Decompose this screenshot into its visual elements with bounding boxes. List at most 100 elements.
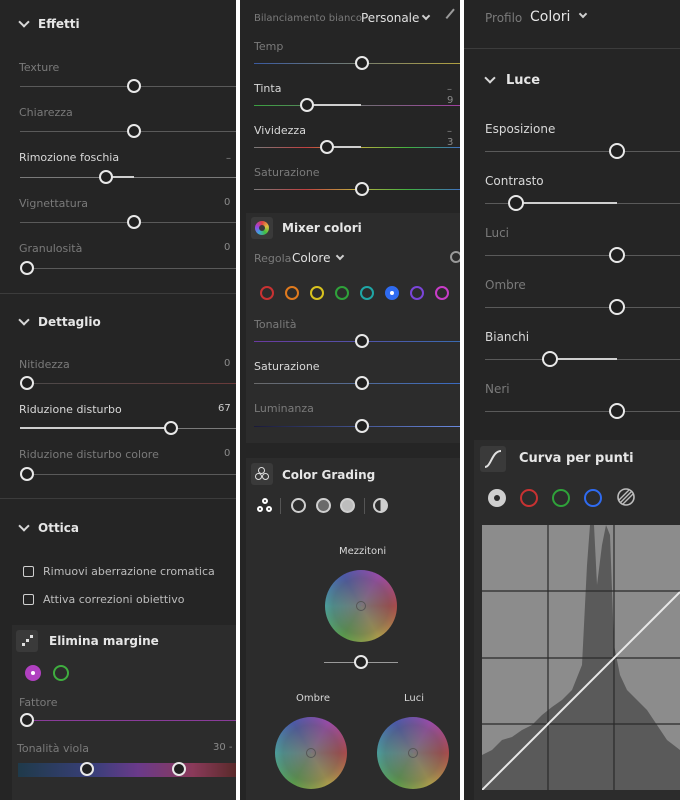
midtones-color-wheel[interactable] — [325, 570, 397, 642]
parametric-curve-icon[interactable] — [616, 487, 636, 507]
neri-slider-thumb[interactable] — [609, 403, 625, 419]
contrasto-label: Contrasto — [485, 174, 544, 188]
granulosita-label: Granulosità — [19, 242, 83, 255]
collapse-luce-chevron-icon[interactable] — [484, 72, 496, 84]
eyedropper-icon[interactable] — [445, 8, 460, 26]
bilanciamento-chevron-icon[interactable] — [421, 11, 431, 21]
collapse-effetti-chevron-icon[interactable] — [18, 16, 30, 28]
bilanciamento-dropdown[interactable]: Personale — [361, 11, 419, 25]
neri-slider-track[interactable] — [485, 411, 680, 412]
shadows-view-icon[interactable] — [291, 498, 306, 513]
highlights-wheel-handle[interactable] — [408, 748, 418, 758]
color-swatch[interactable] — [260, 286, 274, 300]
tonalita-viola-range-track[interactable] — [18, 763, 236, 777]
ombre-wheel-label: Ombre — [296, 693, 331, 704]
midtones-view-icon[interactable] — [316, 498, 331, 513]
tonalita-viola-min-thumb[interactable] — [80, 762, 94, 776]
esposizione-slider-track[interactable] — [485, 151, 680, 152]
mezzitoni-label: Mezzitoni — [339, 546, 387, 557]
vividezza-value: – 3 — [447, 126, 454, 148]
profilo-dropdown[interactable]: Colori — [530, 9, 570, 25]
highlights-color-wheel[interactable] — [377, 717, 449, 789]
ombre-label: Ombre — [485, 278, 526, 292]
view-divider — [280, 498, 281, 514]
contrasto-slider-thumb[interactable] — [508, 195, 524, 211]
midtones-wheel-handle[interactable] — [356, 601, 366, 611]
curve-channel-selector[interactable] — [584, 489, 602, 507]
nitidezza-slider-thumb[interactable] — [20, 376, 34, 390]
aberrazione-checkbox[interactable] — [23, 566, 34, 577]
color-swatch[interactable] — [310, 286, 324, 300]
highlights-view-icon[interactable] — [340, 498, 355, 513]
elimina-margine-title: Elimina margine — [49, 634, 159, 648]
luci-slider-thumb[interactable] — [609, 247, 625, 263]
contrasto-slider-fill — [516, 202, 617, 204]
shadows-wheel-handle[interactable] — [306, 748, 316, 758]
purple-fringe-selector[interactable] — [25, 665, 41, 681]
esposizione-label: Esposizione — [485, 122, 556, 136]
vividezza-slider-thumb[interactable] — [320, 140, 334, 154]
curve-channel-selector[interactable] — [552, 489, 570, 507]
color-swatch[interactable] — [385, 286, 399, 300]
tinta-label: Tinta — [254, 82, 282, 95]
chiarezza-label: Chiarezza — [19, 106, 73, 119]
saturazione-label: Saturazione — [254, 166, 320, 179]
point-curve-icon — [480, 446, 506, 472]
luci-slider-track[interactable] — [485, 255, 680, 256]
riduzione-disturbo-slider-fill — [20, 427, 170, 429]
texture-slider-thumb[interactable] — [127, 79, 141, 93]
granulosita-slider-track[interactable] — [20, 268, 236, 269]
collapse-ottica-chevron-icon[interactable] — [18, 520, 30, 532]
global-view-icon[interactable] — [373, 498, 388, 513]
mixer-saturazione-slider-thumb[interactable] — [355, 376, 369, 390]
nitidezza-slider-track[interactable] — [20, 383, 236, 384]
color-mixer-icon — [251, 217, 273, 239]
color-swatch[interactable] — [360, 286, 374, 300]
riduzione-disturbo-label: Riduzione disturbo — [19, 403, 122, 416]
fattore-slider-track[interactable] — [20, 720, 236, 721]
fattore-slider-thumb[interactable] — [20, 713, 34, 727]
curve-channel-selector[interactable] — [520, 489, 538, 507]
middle-panel-column: Bilanciamento bianco Personale Temp Tint… — [240, 0, 460, 800]
bianchi-slider-thumb[interactable] — [542, 351, 558, 367]
midtones-luminance-thumb[interactable] — [354, 655, 368, 669]
luminanza-slider-thumb[interactable] — [355, 419, 369, 433]
shadows-color-wheel[interactable] — [275, 717, 347, 789]
riduzione-disturbo-slider-thumb[interactable] — [164, 421, 178, 435]
ombre-slider-thumb[interactable] — [609, 299, 625, 315]
esposizione-slider-thumb[interactable] — [609, 143, 625, 159]
left-panel-column: Effetti Texture Chiarezza Rimozione fosc… — [0, 0, 236, 800]
ombre-slider-track[interactable] — [485, 307, 680, 308]
riduzione-disturbo-colore-value: 0 — [224, 448, 231, 459]
temp-slider-thumb[interactable] — [355, 56, 369, 70]
tinta-slider-thumb[interactable] — [300, 98, 314, 112]
chiarezza-slider-thumb[interactable] — [127, 124, 141, 138]
tone-curve-graph[interactable] — [482, 525, 680, 790]
collapse-dettaglio-chevron-icon[interactable] — [18, 314, 30, 326]
curve-channel-selector[interactable] — [488, 489, 506, 507]
color-swatch[interactable] — [410, 286, 424, 300]
color-swatch[interactable] — [285, 286, 299, 300]
color-swatch[interactable] — [335, 286, 349, 300]
targeted-adjustment-icon[interactable] — [450, 251, 460, 263]
section-divider — [0, 293, 236, 294]
rimozione-foschia-slider-thumb[interactable] — [99, 170, 113, 184]
profilo-chevron-icon[interactable] — [578, 9, 588, 19]
vignettatura-value: 0 — [224, 197, 231, 208]
tonalita-slider-thumb[interactable] — [355, 334, 369, 348]
three-way-view-icon[interactable] — [257, 498, 273, 514]
tonalita-viola-max-thumb[interactable] — [172, 762, 186, 776]
vignettatura-slider-thumb[interactable] — [127, 215, 141, 229]
regola-dropdown[interactable]: Colore — [292, 251, 330, 265]
riduzione-disturbo-colore-slider-thumb[interactable] — [20, 467, 34, 481]
color-swatch[interactable] — [435, 286, 449, 300]
riduzione-disturbo-colore-slider-track[interactable] — [20, 474, 236, 475]
tinta-value: – 9 — [447, 84, 454, 106]
bianchi-slider-fill — [550, 358, 617, 360]
granulosita-slider-thumb[interactable] — [20, 261, 34, 275]
correzioni-obiettivo-checkbox[interactable] — [23, 594, 34, 605]
profilo-label: Profilo — [485, 11, 523, 25]
ottica-title: Ottica — [38, 521, 79, 535]
green-fringe-selector[interactable] — [53, 665, 69, 681]
saturazione-slider-thumb[interactable] — [355, 182, 369, 196]
